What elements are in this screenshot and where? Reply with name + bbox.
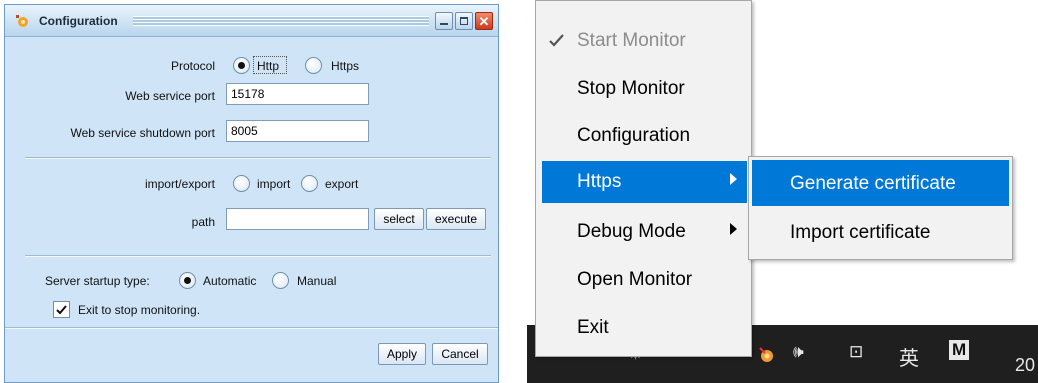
menu-item-label: Exit	[577, 317, 609, 338]
tray-context-menu: Start Monitor Stop Monitor Configuration…	[535, 0, 752, 357]
section-divider	[25, 157, 491, 159]
menu-item-label: Start Monitor	[577, 30, 686, 51]
check-icon	[549, 34, 564, 47]
submenu-item-label: Generate certificate	[790, 173, 956, 194]
menu-item-label: Configuration	[577, 125, 691, 146]
startup-type-label: Server startup type:	[45, 274, 150, 288]
path-label: path	[191, 215, 215, 229]
cancel-button[interactable]: Cancel	[432, 343, 488, 365]
close-button[interactable]: ✕	[475, 12, 493, 30]
submenu-arrow-icon	[730, 173, 737, 185]
apply-button[interactable]: Apply	[378, 343, 426, 365]
ime-indicator[interactable]: 英	[899, 342, 919, 371]
menu-item-label: Open Monitor	[577, 269, 693, 290]
exit-stop-monitoring-checkbox[interactable]	[53, 301, 70, 318]
dialog-titlebar[interactable]: Configuration ✕	[5, 5, 498, 37]
close-icon: ✕	[478, 13, 490, 29]
footer-divider	[5, 327, 498, 329]
import-label: import	[257, 177, 291, 191]
select-button[interactable]: select	[374, 208, 424, 230]
protocol-https-radio[interactable]	[305, 57, 322, 74]
menu-item-debug-mode[interactable]: Debug Mode	[542, 211, 747, 253]
maximize-icon	[460, 17, 468, 25]
minimize-button[interactable]	[435, 12, 453, 30]
menu-item-exit[interactable]: Exit	[542, 307, 747, 349]
protocol-label: Protocol	[170, 59, 215, 73]
clock[interactable]: 20	[1015, 355, 1035, 376]
submenu-item-import-certificate[interactable]: Import certificate	[752, 209, 1009, 255]
startup-manual-label: Manual	[297, 274, 337, 288]
startup-automatic-label: Automatic	[203, 274, 257, 288]
path-input[interactable]	[226, 208, 369, 230]
section-divider	[25, 255, 491, 257]
menu-item-start-monitor[interactable]: Start Monitor	[542, 20, 747, 62]
monitor-tray-icon[interactable]	[757, 345, 777, 365]
shutdown-port-input[interactable]: 8005	[226, 120, 369, 142]
protocol-http-label: Http	[257, 59, 280, 73]
app-icon	[16, 15, 28, 27]
import-radio[interactable]	[233, 175, 250, 192]
menu-item-open-monitor[interactable]: Open Monitor	[542, 259, 747, 301]
startup-automatic-radio[interactable]	[179, 272, 196, 289]
web-service-port-label: Web service port	[125, 89, 215, 103]
menu-item-stop-monitor[interactable]: Stop Monitor	[542, 68, 747, 110]
protocol-https-label: Https	[331, 59, 360, 73]
configuration-dialog: Configuration ✕ Protocol Http Https Web …	[4, 4, 499, 383]
checkmark-icon	[56, 305, 67, 315]
export-label: export	[325, 177, 359, 191]
minimize-icon	[440, 23, 448, 25]
m-tray-icon[interactable]: M	[949, 340, 970, 360]
import-export-label: import/export	[144, 177, 215, 191]
https-submenu: Generate certificate Import certificate	[748, 156, 1013, 260]
submenu-item-generate-certificate[interactable]: Generate certificate	[752, 160, 1009, 206]
dialog-title: Configuration	[39, 14, 118, 28]
menu-item-label: Https	[577, 171, 622, 192]
web-service-port-input[interactable]: 15178	[226, 83, 369, 105]
startup-manual-radio[interactable]	[272, 272, 289, 289]
maximize-button[interactable]	[455, 12, 473, 30]
menu-item-configuration[interactable]: Configuration	[542, 115, 747, 157]
network-icon[interactable]: ⊡	[849, 342, 863, 362]
protocol-http-radio[interactable]	[233, 57, 250, 74]
volume-icon[interactable]: 🕪	[793, 342, 804, 362]
menu-item-label: Debug Mode	[577, 221, 686, 242]
menu-item-https[interactable]: Https	[542, 161, 747, 203]
titlebar-grip	[133, 16, 429, 26]
shutdown-port-label: Web service shutdown port	[70, 126, 215, 140]
submenu-arrow-icon	[730, 223, 737, 235]
menu-item-label: Stop Monitor	[577, 78, 685, 99]
exit-stop-monitoring-label: Exit to stop monitoring.	[78, 303, 201, 317]
execute-button[interactable]: execute	[426, 208, 486, 230]
submenu-item-label: Import certificate	[790, 222, 931, 243]
export-radio[interactable]	[301, 175, 318, 192]
